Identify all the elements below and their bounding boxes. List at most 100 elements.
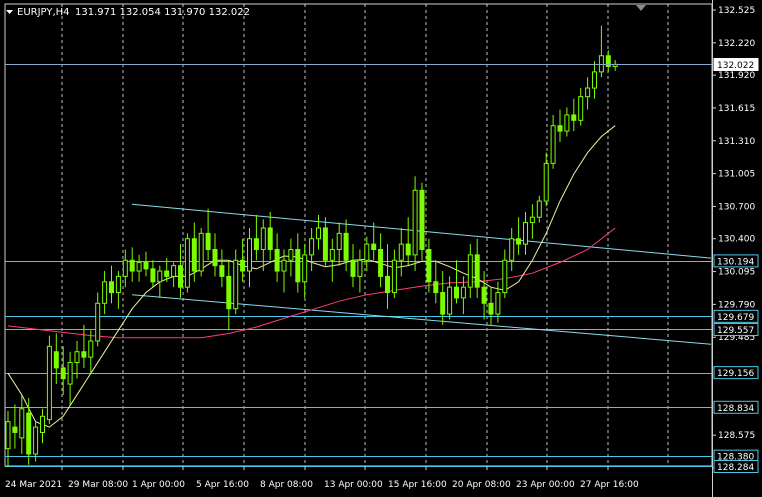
candle-body-down xyxy=(322,227,328,261)
price-tick-label: 130.400 xyxy=(718,235,755,245)
candle-body-up xyxy=(502,259,508,294)
candle-body-up xyxy=(33,426,39,455)
candle-body-up xyxy=(122,259,128,277)
candle-body-down xyxy=(267,227,273,250)
price-tick-label: 132.525 xyxy=(718,6,755,16)
candle-body-down xyxy=(212,248,218,267)
symbol-label: EURJPY,H4 xyxy=(17,7,70,18)
candle-body-up xyxy=(578,96,584,121)
candle-body-up xyxy=(391,259,397,294)
time-tick-label: 13 Apr 00:00 xyxy=(324,480,383,490)
candle-body-down xyxy=(26,412,32,455)
candle-body-up xyxy=(247,238,252,272)
candle-body-down xyxy=(474,254,480,288)
price-tick-label: 131.615 xyxy=(718,104,755,114)
candle-body-up xyxy=(233,259,239,310)
candle-body-up xyxy=(95,302,101,342)
price-tick-label: 129.790 xyxy=(718,300,755,310)
level-price-label: 128.284 xyxy=(717,463,754,473)
candle-body-down xyxy=(516,238,522,245)
level-price-label: 130.194 xyxy=(717,257,754,267)
candle-body-up xyxy=(302,254,308,283)
candle-body-up xyxy=(398,243,404,261)
candle-body-down xyxy=(350,259,356,277)
candle-body-down xyxy=(143,261,149,270)
candle-body-up xyxy=(495,292,501,315)
candle-body-down xyxy=(419,189,425,250)
candle-body-up xyxy=(102,281,108,304)
candle-body-up xyxy=(564,114,570,132)
candle-body-up xyxy=(157,270,163,283)
candle-body-up xyxy=(523,222,528,245)
candle-body-up xyxy=(40,415,45,433)
candle-body-up xyxy=(543,162,549,202)
candle-body-up xyxy=(115,275,121,294)
chart-header: EURJPY,H4 131.971 132.054 131.970 132.02… xyxy=(6,7,250,18)
candle-body-up xyxy=(598,55,604,73)
ohlc-values: 131.971 132.054 131.970 132.022 xyxy=(75,7,250,18)
candle-body-down xyxy=(440,292,446,315)
price-tick-label: 130.700 xyxy=(718,202,755,212)
candle-body-down xyxy=(426,248,432,283)
price-tick-label: 132.220 xyxy=(718,39,755,49)
candle-body-down xyxy=(219,265,225,277)
price-tick-label: 130.095 xyxy=(718,268,755,278)
candle-body-down xyxy=(488,302,494,315)
candle-body-up xyxy=(136,261,142,272)
candle-body-down xyxy=(481,286,487,304)
candle-body-up xyxy=(357,259,363,277)
candle-body-up xyxy=(198,232,204,272)
candle-body-down xyxy=(371,243,377,250)
candle-body-down xyxy=(433,281,439,294)
candle-body-down xyxy=(385,275,390,294)
candle-body-up xyxy=(5,421,11,450)
candle-body-down xyxy=(454,286,459,299)
candle-body-up xyxy=(412,189,418,256)
candle-body-up xyxy=(529,216,535,224)
candle-body-down xyxy=(295,248,301,283)
candle-body-up xyxy=(281,259,287,272)
price-tick-label: 131.310 xyxy=(718,137,755,147)
candle-body-up xyxy=(336,232,342,250)
price-tick-label: 131.920 xyxy=(718,71,755,81)
candle-body-down xyxy=(164,270,170,277)
candle-body-down xyxy=(557,125,563,132)
candle-body-down xyxy=(405,243,411,256)
candle-body-up xyxy=(460,286,466,299)
candle-body-up xyxy=(74,351,80,364)
time-tick-label: 23 Apr 00:00 xyxy=(516,480,575,490)
level-price-label: 129.156 xyxy=(717,369,754,379)
candle-body-down xyxy=(343,232,349,261)
candle-body-up xyxy=(364,243,370,261)
time-tick-label: 29 Mar 08:00 xyxy=(68,480,128,490)
candle-body-up xyxy=(171,265,177,277)
candle-body-up xyxy=(19,408,25,439)
candle-body-down xyxy=(12,426,18,433)
candle-body-down xyxy=(205,232,211,250)
level-price-label: 129.679 xyxy=(717,313,754,323)
time-tick-label: 1 Apr 00:00 xyxy=(132,480,185,490)
current-price-label: 132.022 xyxy=(717,61,754,71)
price-chart[interactable]: 132.525 132.220 131.920 131.615 131.310 131.0… xyxy=(0,0,762,497)
candle-body-down xyxy=(274,248,280,272)
candle-body-up xyxy=(467,254,473,288)
candle-body-up xyxy=(288,248,294,261)
candle-body-down xyxy=(191,238,197,272)
candle-body-down xyxy=(378,248,384,277)
candle-body-down xyxy=(109,281,114,294)
time-tick-label: 5 Apr 16:00 xyxy=(196,480,249,490)
candle-body-up xyxy=(309,238,315,256)
candle-body-down xyxy=(53,351,59,369)
time-tick-label: 27 Apr 16:00 xyxy=(580,480,639,490)
candle-body-down xyxy=(60,367,66,380)
candle-body-down xyxy=(240,259,246,272)
time-tick-label: 24 Mar 2021 xyxy=(5,480,62,490)
level-price-label: 129.557 xyxy=(717,326,754,336)
candle-body-down xyxy=(129,259,135,272)
candle-body-up xyxy=(46,345,52,421)
candle-body-up xyxy=(585,87,591,98)
candle-body-down xyxy=(81,351,87,358)
candle-body-up xyxy=(260,227,266,250)
level-price-label: 128.834 xyxy=(717,404,754,414)
candle-body-up xyxy=(447,286,453,315)
